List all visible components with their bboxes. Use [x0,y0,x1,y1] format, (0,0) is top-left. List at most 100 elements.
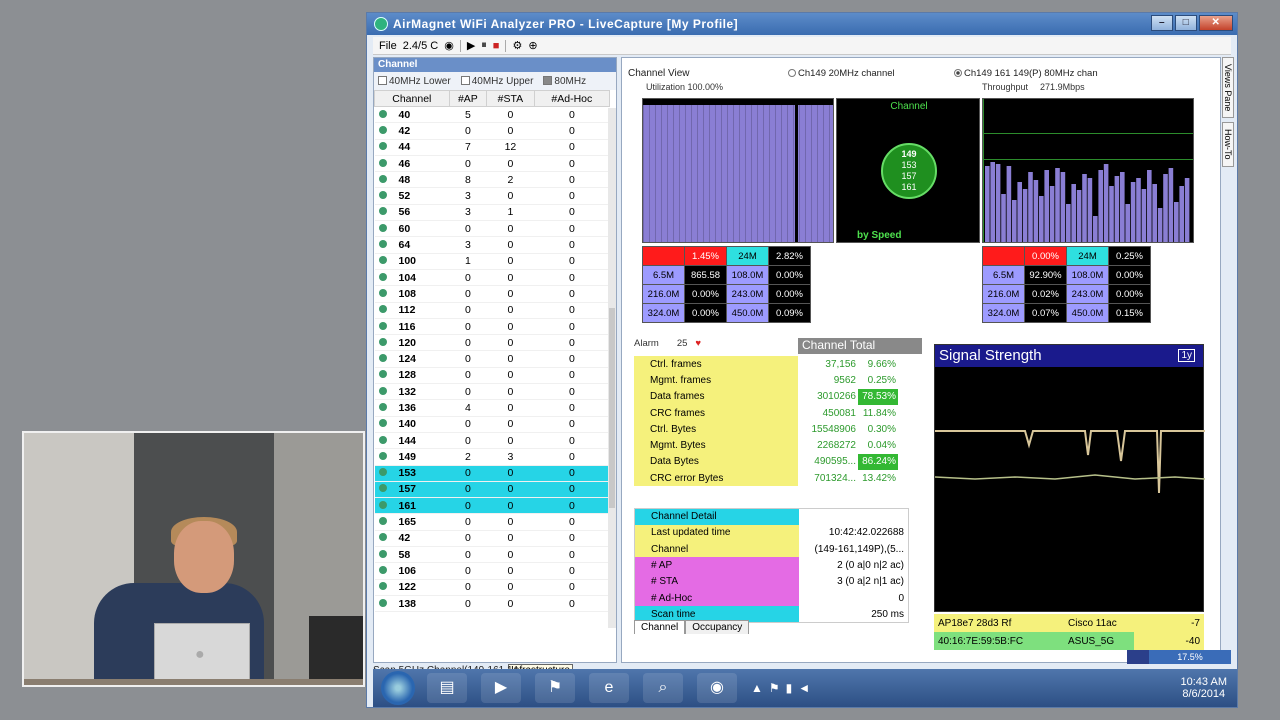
col-sta[interactable]: #STA [486,90,535,107]
table-row[interactable]: 149 2 3 0 [374,448,610,466]
table-row[interactable]: 165 0 0 0 [374,513,610,531]
total-row[interactable]: CRC frames 450081 11.84% [634,404,898,422]
option-40-lower[interactable]: 40MHz Lower [378,75,451,87]
detail-row[interactable]: Channel (149-161,149P),(5... [634,541,909,558]
option-40-upper[interactable]: 40MHz Upper [460,75,533,87]
table-row[interactable]: 46 0 0 0 [374,155,610,173]
table-row[interactable]: 64 3 0 0 [374,236,610,254]
tool-icon-2[interactable]: ▶ [467,39,475,52]
radio-icon[interactable] [954,69,962,77]
ap-row[interactable]: 40:16:7E:59:5B:FC ASUS_5G -40 [934,632,1204,650]
detail-row[interactable]: # Ad-Hoc 0 [634,589,909,607]
tab-views-pane[interactable]: Views Pane [1222,57,1234,119]
table-row[interactable]: 122 0 0 0 [374,579,610,596]
radio-icon[interactable] [788,69,796,77]
throughput-bar [1001,194,1006,242]
browser-icon[interactable]: e [589,673,629,703]
tray-icons[interactable]: ▲⚑▮◄ [751,681,816,695]
search-icon[interactable]: ⌕ [643,673,683,703]
table-row[interactable]: 112 0 0 0 [374,302,610,319]
table-row[interactable]: 60 0 0 0 [374,220,610,238]
close-button[interactable]: ✕ [1199,15,1233,31]
media-player-icon[interactable]: ▶ [481,673,521,703]
table-row[interactable]: 42 0 0 0 [374,530,610,548]
tool-icon-4[interactable]: ⊕ [528,39,537,52]
stop-icon[interactable]: ■ [493,40,500,52]
detail-row[interactable]: Last updated time 10:42:42.022688 [634,524,909,542]
table-row[interactable]: 106 0 0 0 [374,562,610,580]
table-row[interactable]: 144 0 0 0 [374,432,610,450]
col-ap[interactable]: #AP [448,90,488,107]
table-row[interactable]: 48 8 2 0 [374,171,610,189]
tool-icon-1[interactable]: ◉ [444,39,454,52]
table-row[interactable]: 40 5 0 0 [374,106,610,124]
total-value: 37,156 [825,358,856,370]
total-row[interactable]: Mgmt. frames 9562 0.25% [634,372,898,389]
total-row[interactable]: Ctrl. frames 37,156 9.66% [634,356,898,373]
count-cell: 0 [486,318,535,336]
maximize-button[interactable]: □ [1175,15,1197,31]
table-row[interactable]: 104 0 0 0 [374,269,610,287]
channel-total-header[interactable]: Channel Total [798,338,922,354]
detail-row[interactable]: Channel Detail [634,508,909,525]
table-row[interactable]: 132 0 0 0 [374,383,610,401]
total-row[interactable]: Mgmt. Bytes 2268272 0.04% [634,437,898,454]
scrollbar[interactable] [608,108,616,628]
clock[interactable]: 10:43 AM 8/6/2014 [1181,676,1237,700]
total-value: 0.04% [867,440,896,452]
table-row[interactable]: 128 0 0 0 [374,367,610,385]
table-row[interactable]: 116 0 0 0 [374,318,610,336]
scroll-thumb[interactable] [609,308,615,508]
total-row[interactable]: Ctrl. Bytes 15548906 0.30% [634,421,898,438]
network-icon[interactable]: ⚑ [535,673,575,703]
table-row[interactable]: 42 0 0 0 [374,122,610,140]
checkbox-40-lower[interactable] [378,75,387,85]
table-row[interactable]: 138 0 0 0 [374,595,610,613]
alarm-indicator[interactable]: Alarm 25 ♥ [634,338,701,349]
table-row[interactable]: 120 0 0 0 [374,334,610,352]
title-bar[interactable]: AirMagnet WiFi Analyzer PRO - LiveCaptur… [367,13,1237,35]
table-row[interactable]: 108 0 0 0 [374,285,610,303]
table-row[interactable]: 58 0 0 0 [374,546,610,564]
total-row[interactable]: Data Bytes 490595... 86.24% [634,453,898,471]
checkbox-40-upper[interactable] [460,75,470,85]
table-row[interactable]: 56 3 1 0 [374,204,610,222]
rate-cell: 0.00% [684,303,727,323]
radio-80mhz[interactable]: Ch149 161 149(P) 80MHz chan [954,68,1098,79]
table-row[interactable]: 161 0 0 0 [374,497,610,515]
detail-row[interactable]: # AP 2 (0 a|0 n|2 ac) [634,557,909,574]
option-80[interactable]: 80MHz [543,75,586,87]
table-row[interactable]: 52 3 0 0 [374,187,610,205]
band-selector[interactable]: 2.4/5 C [403,40,438,52]
checkbox-80[interactable] [543,75,553,85]
table-row[interactable]: 100 1 0 0 [374,253,610,270]
pause-icon[interactable]: ⏸ [481,39,487,52]
tab-channel[interactable]: Channel [634,620,686,634]
total-row[interactable]: Data frames 3010266 78.53% [634,388,898,405]
settings-icon[interactable]: 1y [1178,349,1195,362]
radio-20mhz[interactable]: Ch149 20MHz channel [788,68,895,79]
table-row[interactable]: 140 0 0 0 [374,416,610,433]
start-button[interactable] [381,671,415,705]
col-channel[interactable]: Channel [374,90,450,107]
minimize-button[interactable]: – [1151,15,1173,31]
separator [505,39,507,52]
table-row[interactable]: 44 7 12 0 [374,139,610,156]
tab-occupancy[interactable]: Occupancy [685,620,750,634]
table-row[interactable]: 124 0 0 0 [374,350,610,368]
table-row[interactable]: 157 0 0 0 [374,481,610,499]
explorer-icon[interactable]: ▤ [427,673,467,703]
count-cell: 0 [449,546,487,564]
tab-how-to[interactable]: How-To [1222,122,1234,167]
detail-row[interactable]: # STA 3 (0 a|2 n|1 ac) [634,573,909,590]
ap-row[interactable]: AP18e7 28d3 Rf Cisco 11ac -7 [934,614,1204,632]
col-adhoc[interactable]: #Ad-Hoc [533,90,611,107]
channel-cell: 112 [374,302,450,319]
airmagnet-task-icon[interactable]: ◉ [697,673,737,703]
table-row[interactable]: 153 0 0 0 [374,465,610,482]
tool-icon-3[interactable]: ⚙ [512,39,522,52]
file-menu[interactable]: File [379,40,397,52]
total-row[interactable]: CRC error Bytes 701324... 13.42% [634,470,898,487]
channel-status-icon [378,549,387,558]
table-row[interactable]: 136 4 0 0 [374,399,610,417]
